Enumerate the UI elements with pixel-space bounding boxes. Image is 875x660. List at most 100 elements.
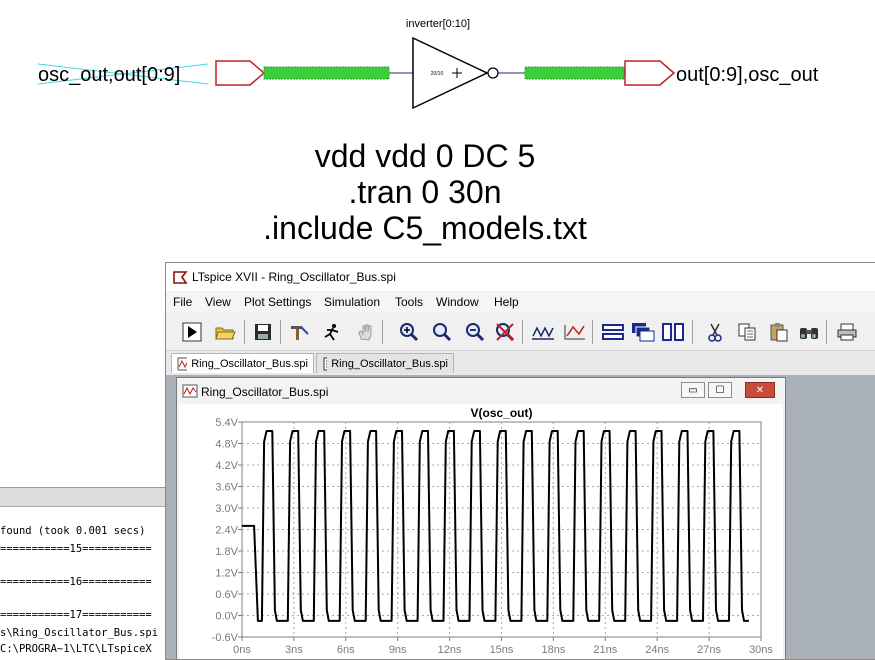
cascade-button[interactable] [630, 319, 656, 345]
tile-h-icon [602, 324, 624, 340]
save-button[interactable] [250, 319, 276, 345]
menu-help[interactable]: Help [494, 295, 519, 309]
y-tick-label: 5.4V [215, 417, 238, 429]
right-net-label[interactable]: out[0:9],osc_out [676, 64, 819, 86]
find-button[interactable] [796, 319, 822, 345]
tab-waveform[interactable]: Ring_Oscillator_Bus.spi [171, 353, 314, 373]
x-tick-label: 6ns [337, 644, 355, 656]
left-bus-highlight [263, 66, 390, 80]
left-net-label[interactable]: osc_out,out[0:9] [38, 64, 180, 86]
x-tick-label: 12ns [438, 644, 462, 656]
y-tick-label: 2.4V [215, 525, 238, 537]
minimize-icon: ▭ [688, 384, 698, 396]
spice-directive-include[interactable]: .include C5_models.txt [200, 210, 650, 246]
menu-window[interactable]: Window [436, 295, 479, 309]
halt-icon [324, 324, 339, 341]
plot-settings-button[interactable] [562, 319, 588, 345]
x-tick-label: 15ns [490, 644, 514, 656]
hammer-icon [291, 326, 309, 340]
cut-button[interactable] [702, 319, 728, 345]
right-bus-highlight [524, 66, 625, 80]
autorange-button[interactable] [530, 319, 556, 345]
find-icon [800, 328, 818, 339]
toolbar-separator [522, 320, 523, 344]
toolbar-separator [692, 320, 693, 344]
minimize-button[interactable]: ▭ [681, 382, 705, 398]
y-tick-label: 4.2V [215, 460, 238, 472]
y-tick-label: 3.6V [215, 482, 238, 494]
toolbar-separator [592, 320, 593, 344]
pan-button[interactable] [352, 319, 378, 345]
plot-window: Ring_Oscillator_Bus.spi ▭ ☐ ✕ V(osc_out)… [176, 377, 786, 660]
zoom-full-icon [433, 323, 452, 342]
x-tick-label: 27ns [697, 644, 721, 656]
zoom-full-button[interactable] [429, 319, 455, 345]
tile-horizontal-button[interactable] [600, 319, 626, 345]
console-line: found (took 0.001 secs) [0, 525, 146, 537]
cut-icon [708, 323, 722, 342]
toolbar-separator [280, 320, 281, 344]
y-tick-label: 1.8V [215, 546, 238, 558]
y-tick-label: 1.2V [215, 568, 238, 580]
tile-vertical-button[interactable] [660, 319, 686, 345]
menu-bar: File View Plot Settings Simulation Tools… [166, 292, 875, 312]
left-port-flag[interactable] [215, 60, 266, 86]
run-button[interactable] [179, 319, 205, 345]
zoom-out-button[interactable] [462, 319, 488, 345]
pan-hand-icon [358, 324, 372, 341]
close-icon: ✕ [755, 384, 765, 396]
waveform-chart[interactable]: V(osc_out) 5.4V 4.8V 4.2V 3.6V 3.0V 2.4V 1.8V 1.… [179, 404, 783, 660]
x-tick-label: 30ns [749, 644, 773, 656]
waveform-plot-area[interactable]: V(osc_out) 5.4V 4.8V 4.2V 3.6V 3.0V 2.4V 1.8V 1.… [179, 404, 783, 660]
spice-directive-vdd[interactable]: vdd vdd 0 DC 5 [200, 138, 650, 174]
zoom-in-button[interactable] [396, 319, 422, 345]
menu-tools[interactable]: Tools [395, 295, 423, 309]
x-tick-label: 24ns [645, 644, 669, 656]
chart-title: V(osc_out) [470, 406, 532, 420]
x-tick-label: 3ns [285, 644, 303, 656]
halt-button[interactable] [319, 319, 345, 345]
spice-directive-tran[interactable]: .tran 0 30n [200, 174, 650, 210]
inverter-symbol[interactable] [412, 36, 489, 110]
x-tick-label: 0ns [233, 644, 251, 656]
zoom-out-icon [466, 323, 485, 342]
inverter-bubble [487, 67, 499, 79]
open-button[interactable] [212, 319, 238, 345]
console-line: s\Ring_Oscillator_Bus.spi [0, 627, 159, 639]
print-icon [837, 323, 857, 341]
menu-file[interactable]: File [173, 295, 192, 309]
tab-netlist[interactable]: Ring_Oscillator_Bus.spi [316, 353, 454, 373]
tab-netlist-label: Ring_Oscillator_Bus.spi [331, 357, 448, 370]
plot-window-titlebar[interactable]: Ring_Oscillator_Bus.spi ▭ ☐ ✕ [177, 378, 785, 404]
print-button[interactable] [834, 319, 860, 345]
right-port-flag[interactable] [624, 60, 676, 86]
tile-v-icon [662, 323, 684, 341]
y-tick-label: 0.0V [215, 611, 238, 623]
console-line: C:\PROGRA~1\LTC\LTspiceX [0, 643, 152, 655]
ltspice-title: LTspice XVII - Ring_Oscillator_Bus.spi [192, 270, 396, 284]
cancel-zoom-button[interactable] [492, 319, 518, 345]
console-line: ===========17=========== [0, 609, 152, 621]
paste-icon [770, 323, 788, 342]
tab-waveform-label: Ring_Oscillator_Bus.spi [191, 357, 308, 370]
menu-plot-settings[interactable]: Plot Settings [244, 295, 311, 309]
copy-button[interactable] [734, 319, 760, 345]
menu-simulation[interactable]: Simulation [324, 295, 380, 309]
close-button[interactable]: ✕ [745, 382, 775, 398]
menu-view[interactable]: View [205, 295, 231, 309]
ltspice-titlebar[interactable]: LTspice XVII - Ring_Oscillator_Bus.spi [166, 263, 875, 291]
waveform-doc-icon [177, 357, 188, 370]
toolbar-separator [826, 320, 827, 344]
maximize-button[interactable]: ☐ [708, 382, 732, 398]
x-tick-label: 9ns [389, 644, 407, 656]
x-tick-label: 21ns [593, 644, 617, 656]
run-icon [182, 322, 202, 342]
paste-button[interactable] [766, 319, 792, 345]
document-tab-bar: Ring_Oscillator_Bus.spi Ring_Oscillator_… [166, 351, 875, 375]
netlist-doc-icon [323, 357, 328, 370]
plot-window-title: Ring_Oscillator_Bus.spi [201, 385, 329, 399]
control-panel-button[interactable] [286, 319, 312, 345]
cascade-icon [632, 323, 655, 342]
autorange-icon [532, 326, 554, 340]
console-titlebar [0, 488, 170, 507]
